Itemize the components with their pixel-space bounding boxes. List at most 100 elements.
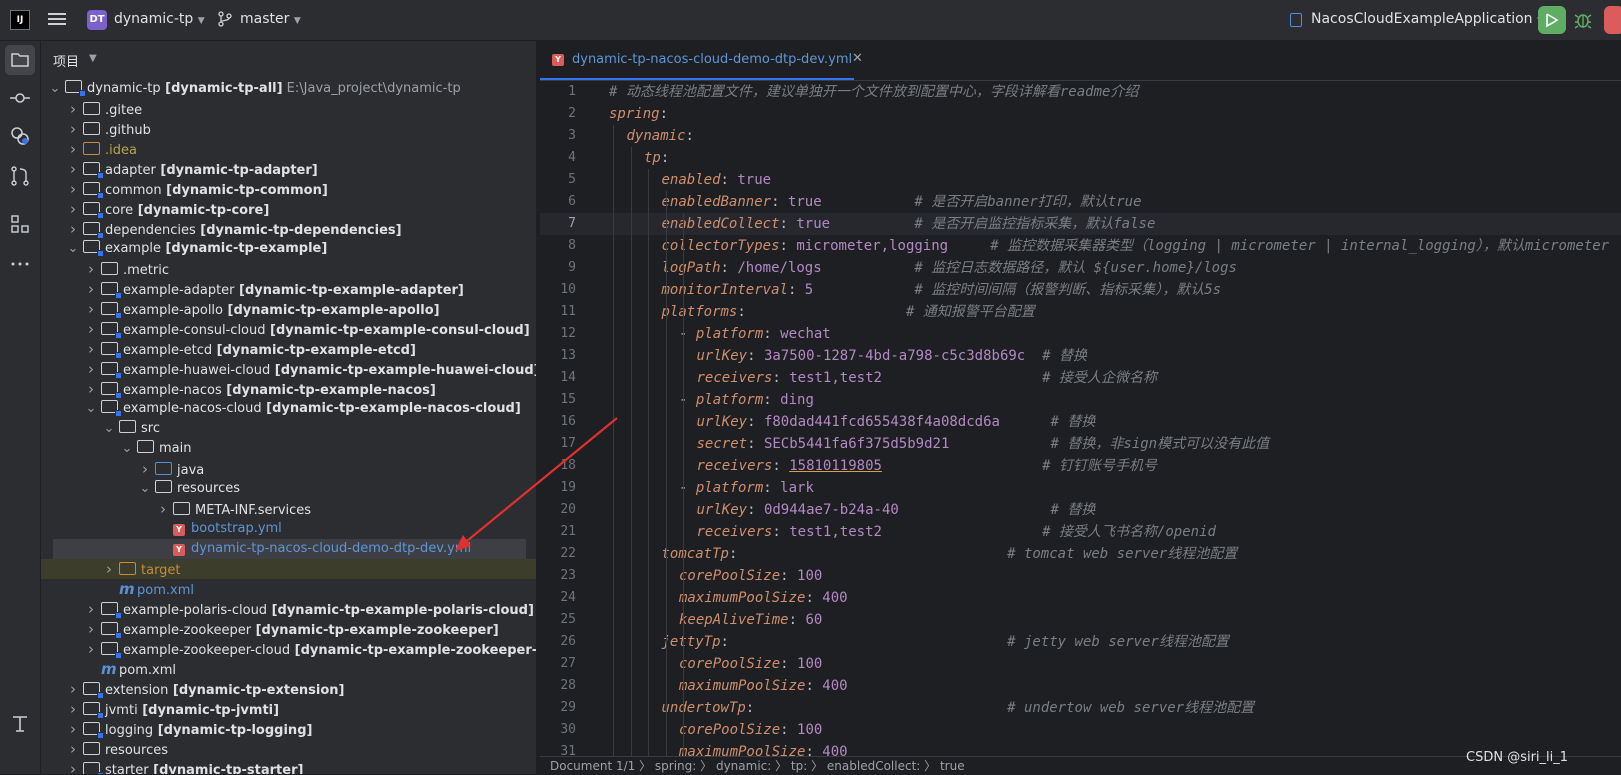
- line-number[interactable]: 15: [540, 389, 576, 411]
- code-line[interactable]: 10 monitorInterval: 5 # 监控时间间隔（报警判断、指标采集）…: [540, 279, 1621, 301]
- chevron-right-icon[interactable]: ›: [67, 719, 79, 739]
- close-icon[interactable]: ✕: [852, 51, 863, 66]
- chevron-down-icon[interactable]: ▼: [89, 53, 97, 64]
- structure-icon[interactable]: [9, 213, 31, 235]
- chevron-right-icon[interactable]: ›: [67, 199, 79, 219]
- pull-request-icon[interactable]: [9, 165, 31, 187]
- debug-icon[interactable]: [1574, 10, 1592, 30]
- code-line[interactable]: 27 corePoolSize: 100: [540, 653, 1621, 675]
- line-number[interactable]: 22: [540, 543, 576, 565]
- tree-item[interactable]: › example-nacos [dynamic-tp-example-nacos…: [41, 379, 536, 399]
- tree-item[interactable]: › target: [41, 559, 536, 579]
- code-line[interactable]: 24 maximumPoolSize: 400: [540, 587, 1621, 609]
- code-line[interactable]: 28 maximumPoolSize: 400: [540, 675, 1621, 697]
- run-button[interactable]: [1538, 6, 1566, 34]
- line-number[interactable]: 13: [540, 345, 576, 367]
- chevron-right-icon[interactable]: ›: [85, 359, 97, 379]
- tree-item[interactable]: › common [dynamic-tp-common]: [41, 179, 536, 199]
- line-number[interactable]: 24: [540, 587, 576, 609]
- chevron-right-icon[interactable]: ›: [85, 599, 97, 619]
- code-line[interactable]: 15 - platform: ding: [540, 389, 1621, 411]
- tree-item[interactable]: › .github: [41, 119, 536, 139]
- chevron-right-icon[interactable]: ›: [67, 159, 79, 179]
- chevron-right-icon[interactable]: ›: [67, 699, 79, 719]
- tree-item[interactable]: › META-INF.services: [41, 499, 536, 519]
- code-line[interactable]: 1 # 动态线程池配置文件，建议单独开一个文件放到配置中心，字段详解看readme…: [540, 81, 1621, 103]
- code-line[interactable]: 7 enabledCollect: true # 是否开启监控指标采集，默认fal…: [540, 213, 1621, 235]
- line-number[interactable]: 12: [540, 323, 576, 345]
- tree-item[interactable]: › java: [41, 459, 536, 479]
- tree-item[interactable]: › example-huawei-cloud [dynamic-tp-exampl…: [41, 359, 536, 379]
- code-line[interactable]: 12 - platform: wechat: [540, 323, 1621, 345]
- code-line[interactable]: 17 secret: SECb5441fa6f375d5b9d21 # 替换，非s…: [540, 433, 1621, 455]
- chevron-right-icon[interactable]: ›: [139, 459, 151, 479]
- branch-selector[interactable]: master ▼: [240, 11, 301, 27]
- line-number[interactable]: 8: [540, 235, 576, 257]
- tree-item[interactable]: ⌄ example [dynamic-tp-example]: [41, 239, 536, 259]
- chevron-down-icon[interactable]: ⌄: [139, 479, 151, 499]
- tree-item[interactable]: › .gitee: [41, 99, 536, 119]
- chevron-right-icon[interactable]: ›: [85, 279, 97, 299]
- breadcrumb-text[interactable]: Document 1/1 〉 spring: 〉 dynamic: 〉 tp: …: [540, 759, 965, 773]
- line-number[interactable]: 25: [540, 609, 576, 631]
- tree-item[interactable]: › core [dynamic-tp-core]: [41, 199, 536, 219]
- code-line[interactable]: 18 receivers: 15810119805 # 钉钉账号手机号: [540, 455, 1621, 477]
- line-number[interactable]: 4: [540, 147, 576, 169]
- chevron-right-icon[interactable]: ›: [103, 559, 115, 579]
- tree-item[interactable]: › adapter [dynamic-tp-adapter]: [41, 159, 536, 179]
- stop-button[interactable]: [1604, 6, 1621, 34]
- chevron-right-icon[interactable]: ›: [85, 379, 97, 399]
- line-number[interactable]: 10: [540, 279, 576, 301]
- code-line[interactable]: 22 tomcatTp: # tomcat web server线程池配置: [540, 543, 1621, 565]
- project-panel-title[interactable]: 项目: [53, 51, 79, 70]
- line-number[interactable]: 5: [540, 169, 576, 191]
- line-number[interactable]: 16: [540, 411, 576, 433]
- tree-item[interactable]: › example-polaris-cloud [dynamic-tp-examp…: [41, 599, 536, 619]
- editor-tab[interactable]: Y dynamic-tp-nacos-cloud-demo-dtp-dev.ym…: [540, 41, 863, 80]
- tree-item[interactable]: ⌄ src: [41, 419, 536, 439]
- chevron-right-icon[interactable]: ›: [67, 119, 79, 139]
- line-number[interactable]: 23: [540, 565, 576, 587]
- code-line[interactable]: 25 keepAliveTime: 60: [540, 609, 1621, 631]
- code-line[interactable]: 14 receivers: test1,test2 # 接受人企微名称: [540, 367, 1621, 389]
- line-number[interactable]: 21: [540, 521, 576, 543]
- tree-item[interactable]: ⌄ dynamic-tp [dynamic-tp-all] E:\Java_pro…: [41, 79, 536, 99]
- code-line[interactable]: 2 spring:: [540, 103, 1621, 125]
- line-number[interactable]: 19: [540, 477, 576, 499]
- line-number[interactable]: 29: [540, 697, 576, 719]
- tree-item[interactable]: m pom.xml: [41, 579, 536, 599]
- chevron-down-icon[interactable]: ⌄: [121, 439, 133, 459]
- chevron-right-icon[interactable]: ›: [85, 339, 97, 359]
- chevron-right-icon[interactable]: ›: [85, 319, 97, 339]
- chevron-down-icon[interactable]: ⌄: [103, 419, 115, 439]
- line-number[interactable]: 14: [540, 367, 576, 389]
- more-icon[interactable]: [9, 253, 31, 275]
- ide-logo-icon[interactable]: IJ: [10, 10, 30, 30]
- terminal-icon[interactable]: [9, 713, 31, 735]
- tree-item[interactable]: › example-etcd [dynamic-tp-example-etcd]: [41, 339, 536, 359]
- project-icon[interactable]: [5, 45, 35, 75]
- tree-item[interactable]: › logging [dynamic-tp-logging]: [41, 719, 536, 739]
- code-line[interactable]: 3 dynamic:: [540, 125, 1621, 147]
- tree-item[interactable]: ⌄ resources: [41, 479, 536, 499]
- line-number[interactable]: 20: [540, 499, 576, 521]
- line-number[interactable]: 28: [540, 675, 576, 697]
- tree-item[interactable]: Ybootstrap.yml: [41, 519, 536, 539]
- tree-item[interactable]: › .metric: [41, 259, 536, 279]
- tree-item[interactable]: › jvmti [dynamic-tp-jvmti]: [41, 699, 536, 719]
- tree-item[interactable]: › example-zookeeper [dynamic-tp-example-z…: [41, 619, 536, 639]
- tree-item[interactable]: › example-adapter [dynamic-tp-example-ada…: [41, 279, 536, 299]
- code-line[interactable]: 16 urlKey: f80dad441fcd655438f4a08dcd6a #…: [540, 411, 1621, 433]
- line-number[interactable]: 7: [540, 213, 576, 235]
- tree-item[interactable]: › .idea: [41, 139, 536, 159]
- tree-item[interactable]: m pom.xml: [41, 659, 536, 679]
- chevron-right-icon[interactable]: ›: [85, 299, 97, 319]
- branch-icon[interactable]: [218, 11, 232, 27]
- line-number[interactable]: 2: [540, 103, 576, 125]
- tree-item[interactable]: › starter [dynamic-tp-starter]: [41, 759, 536, 774]
- tree-item[interactable]: › example-apollo [dynamic-tp-example-apol…: [41, 299, 536, 319]
- chevron-right-icon[interactable]: ›: [157, 499, 169, 519]
- menu-icon[interactable]: [48, 10, 66, 28]
- line-number[interactable]: 3: [540, 125, 576, 147]
- line-number[interactable]: 27: [540, 653, 576, 675]
